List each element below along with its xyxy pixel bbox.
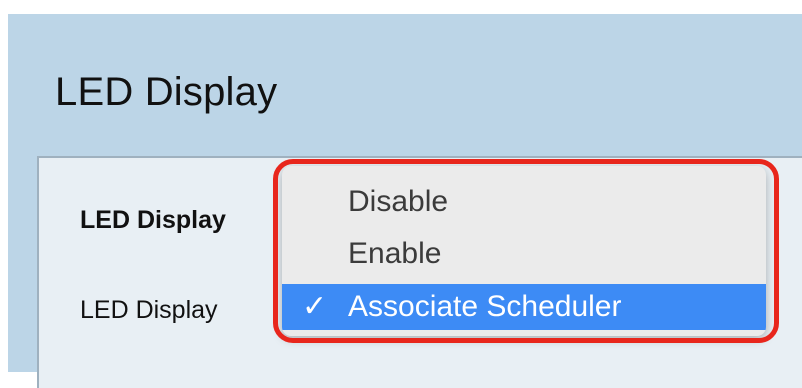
- option-label: Associate Scheduler: [348, 290, 622, 323]
- option-disable[interactable]: Disable: [282, 180, 766, 224]
- checkmark-icon: ✓: [302, 290, 328, 323]
- page-title: LED Display: [55, 70, 278, 114]
- led-display-dropdown-menu[interactable]: Disable Enable ✓ Associate Scheduler: [282, 166, 766, 336]
- option-associate-scheduler[interactable]: ✓ Associate Scheduler: [282, 284, 766, 330]
- option-label: Disable: [348, 185, 449, 218]
- section-heading: LED Display: [80, 206, 226, 234]
- option-label: Enable: [348, 237, 442, 270]
- option-enable[interactable]: Enable: [282, 232, 766, 276]
- led-display-field-label: LED Display: [80, 296, 218, 324]
